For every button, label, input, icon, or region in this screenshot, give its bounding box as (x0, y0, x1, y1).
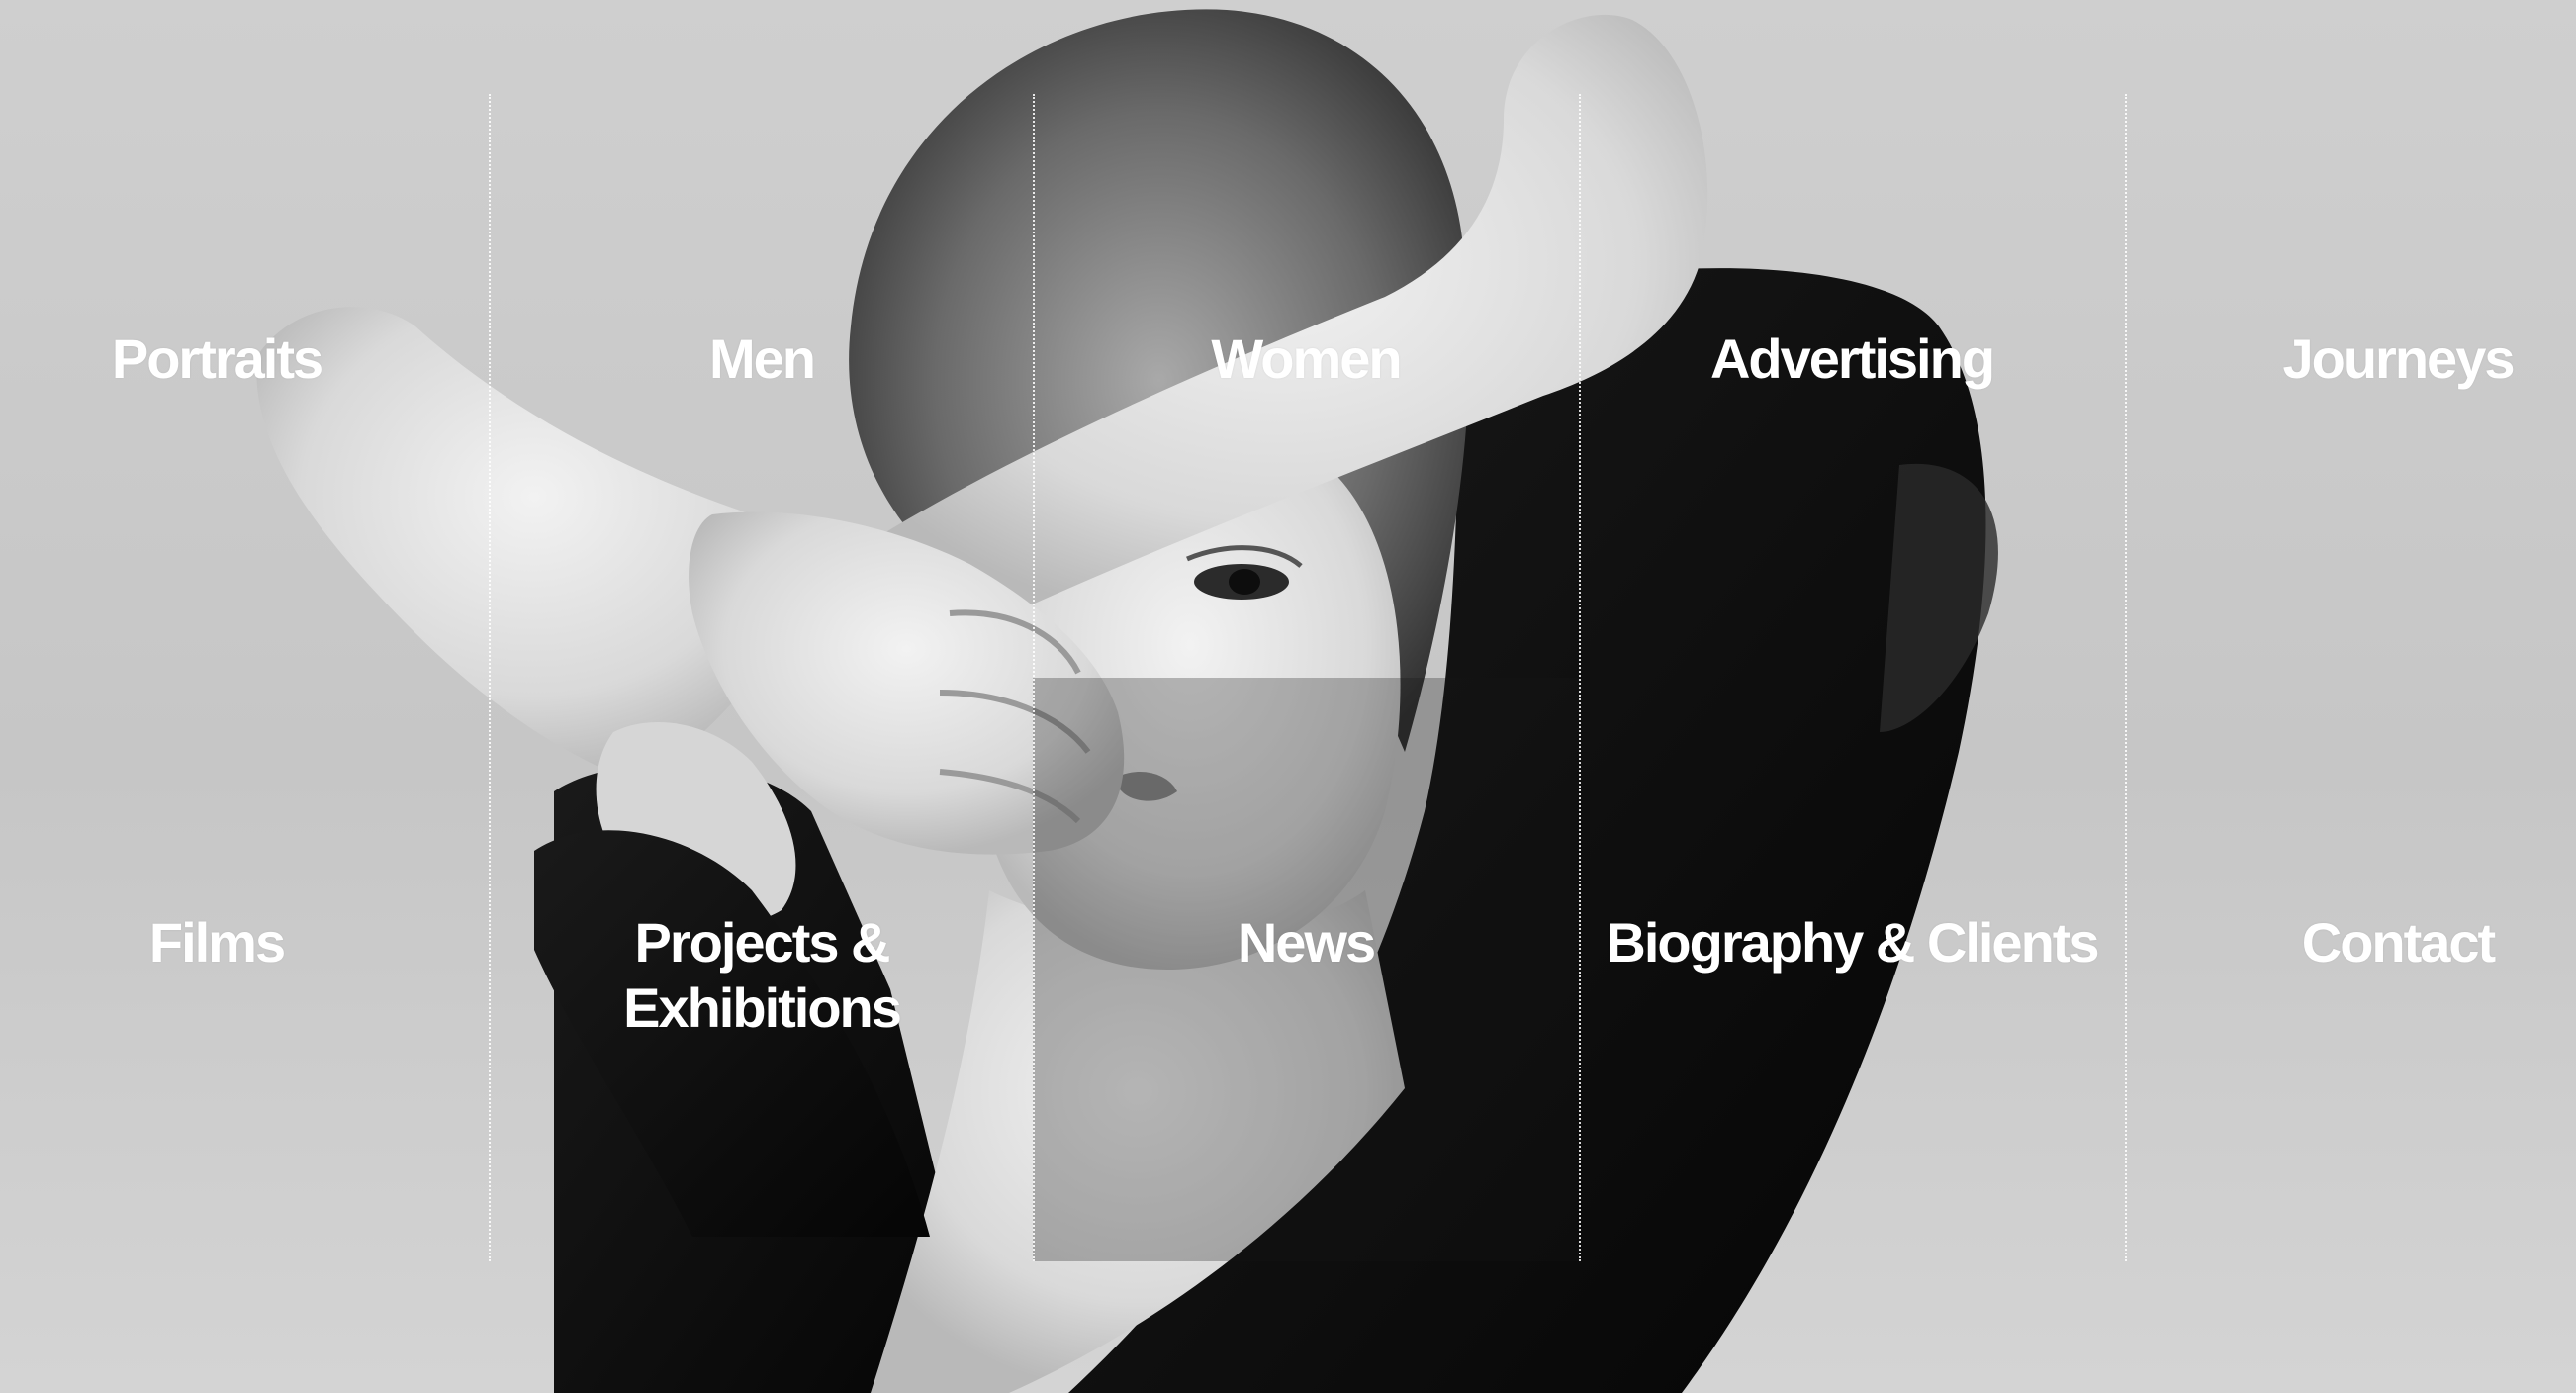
nav-link-portraits[interactable]: Portraits (0, 326, 490, 392)
column-divider (2125, 94, 2127, 1261)
nav-link-advertising[interactable]: Advertising (1579, 326, 2125, 392)
nav-link-contact[interactable]: Contact (2125, 910, 2576, 975)
nav-link-journeys[interactable]: Journeys (2125, 326, 2576, 392)
nav-link-projects-exhibitions[interactable]: Projects & Exhibitions (538, 910, 985, 1041)
column-divider (1033, 94, 1035, 1261)
nav-link-films[interactable]: Films (0, 910, 490, 975)
home-page: Portraits Men Women Advertising Journeys… (0, 0, 2576, 1393)
column-divider (489, 94, 491, 1261)
nav-link-biography-clients[interactable]: Biography & Clients (1579, 910, 2125, 975)
column-divider (1579, 94, 1581, 1261)
nav-link-news[interactable]: News (1033, 910, 1579, 975)
nav-link-women[interactable]: Women (1033, 326, 1579, 392)
nav-link-men[interactable]: Men (489, 326, 1035, 392)
